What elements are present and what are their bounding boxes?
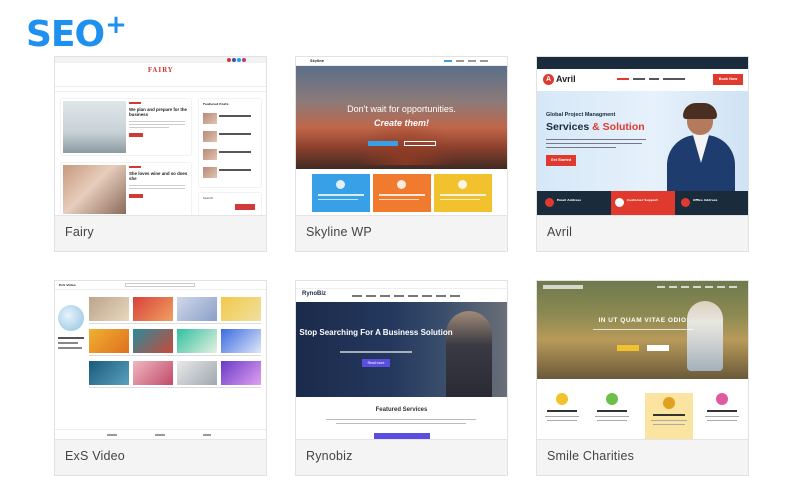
preview-get-started: Get Started bbox=[546, 155, 576, 166]
theme-card-avril[interactable]: A Avril Book Now Global Project Managmen… bbox=[536, 56, 749, 252]
preview-headline: IN UT QUAM VITAE ODIO bbox=[598, 317, 687, 324]
theme-preview-rynobiz: RynoBiz Stop Searching For A Business So… bbox=[296, 281, 507, 440]
theme-card-exs-video[interactable]: ExS Video ExS Video bbox=[54, 280, 267, 476]
theme-name: ExS Video bbox=[65, 449, 125, 463]
seo-plus-logo: SEO + bbox=[26, 10, 127, 56]
preview-headline-2: Create them! bbox=[373, 118, 429, 128]
theme-name: Avril bbox=[547, 225, 573, 239]
preview-headline: Services & Solution bbox=[546, 121, 645, 133]
preview-eyebrow: Global Project Managment bbox=[546, 112, 616, 118]
preview-sidebar-heading: Featured Posts bbox=[203, 102, 229, 106]
preview-man bbox=[446, 311, 492, 397]
preview-nav bbox=[55, 86, 266, 92]
theme-preview-exs-video: ExS Video bbox=[55, 281, 266, 440]
preview-search-label: Search bbox=[203, 196, 214, 200]
preview-search-box: Search bbox=[199, 193, 261, 215]
preview-brand: ExS Video bbox=[59, 283, 76, 287]
logo-plus-icon: + bbox=[105, 10, 127, 40]
theme-name: Fairy bbox=[65, 225, 94, 239]
preview-section-title: Featured Services bbox=[375, 407, 428, 413]
theme-card-smile-charities[interactable]: IN UT QUAM VITAE ODIO Smile Charities bbox=[536, 280, 749, 476]
theme-preview-fairy: FAIRY We plan and prepare for the busine… bbox=[55, 57, 266, 216]
preview-child bbox=[687, 301, 723, 371]
preview-sidebar: Featured Posts bbox=[199, 99, 261, 187]
theme-name: Skyline WP bbox=[306, 225, 372, 239]
preview-feature-box-2 bbox=[373, 174, 431, 212]
preview-post-1-title: We plan and prepare for the business bbox=[129, 107, 187, 118]
theme-name: Smile Charities bbox=[547, 449, 635, 463]
preview-brand: RynoBiz bbox=[302, 291, 326, 297]
preview-topbar bbox=[296, 281, 507, 289]
theme-card-skyline-wp[interactable]: Skyline Don't wait for opportunities. Cr… bbox=[295, 56, 508, 252]
preview-avatar bbox=[58, 305, 84, 331]
preview-post-1: We plan and prepare for the business bbox=[61, 99, 191, 155]
theme-card-fairy[interactable]: FAIRY We plan and prepare for the busine… bbox=[54, 56, 267, 252]
theme-preview-smile-charities: IN UT QUAM VITAE ODIO bbox=[537, 281, 748, 440]
preview-cta: Read more bbox=[362, 359, 390, 367]
preview-feature-box-1 bbox=[312, 174, 370, 212]
preview-book-now: Book Now bbox=[713, 74, 743, 85]
preview-brand: Skyline bbox=[310, 59, 324, 63]
preview-site-title: FAIRY bbox=[147, 67, 174, 74]
preview-post-2-title: She loves wine and so does she bbox=[129, 171, 188, 182]
preview-headline-1: Don't wait for opportunities. bbox=[347, 104, 456, 114]
social-icons bbox=[227, 58, 263, 62]
theme-preview-avril: A Avril Book Now Global Project Managmen… bbox=[537, 57, 748, 216]
theme-card-rynobiz[interactable]: RynoBiz Stop Searching For A Business So… bbox=[295, 280, 508, 476]
preview-contact-3: Office Address bbox=[693, 198, 718, 202]
preview-headline: Stop Searching For A Business Solution bbox=[299, 328, 453, 337]
preview-feature-box-3 bbox=[434, 174, 492, 212]
preview-contact-2: Customer Support bbox=[627, 198, 658, 202]
preview-topbar bbox=[537, 57, 748, 69]
theme-name: Rynobiz bbox=[306, 449, 353, 463]
preview-post-2: She loves wine and so does she bbox=[61, 163, 191, 215]
preview-brand: Avril bbox=[556, 74, 576, 84]
preview-contact-1: Email Address bbox=[557, 198, 582, 202]
theme-preview-skyline-wp: Skyline Don't wait for opportunities. Cr… bbox=[296, 57, 507, 216]
logo-text: SEO bbox=[26, 14, 105, 55]
